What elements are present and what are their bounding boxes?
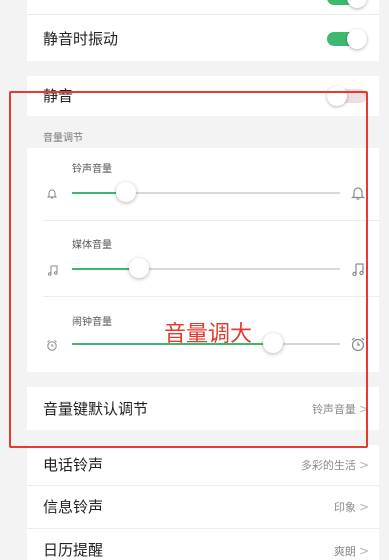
top-partial-toggle[interactable]	[327, 0, 367, 8]
annotation-text: 音量调大	[164, 322, 253, 347]
calendar-reminder-label: 日历提醒	[43, 541, 104, 559]
message-tone-label: 信息铃声	[43, 498, 104, 516]
chevron-right-icon: >	[358, 500, 369, 514]
ringtone-row[interactable]: 电话铃声 多彩的生活 >	[27, 445, 379, 485]
message-tone-row[interactable]: 信息铃声 印象 >	[27, 486, 379, 528]
message-tone-value: 印象	[333, 501, 356, 514]
top-partial-row	[27, 0, 379, 14]
calendar-reminder-value: 爽朗	[333, 545, 356, 558]
chevron-right-icon: >	[358, 544, 369, 558]
vibrate-on-silent-toggle[interactable]	[327, 29, 367, 49]
chevron-right-icon: >	[358, 458, 369, 472]
ringtone-value-wrap: 多彩的生活 >	[301, 458, 369, 473]
ringtone-label: 电话铃声	[43, 456, 104, 474]
section-gap	[27, 61, 379, 76]
vibrate-on-silent-row[interactable]: 静音时振动	[27, 15, 379, 61]
ringtone-value: 多彩的生活	[300, 459, 356, 472]
calendar-reminder-row[interactable]: 日历提醒 爽朗 >	[27, 529, 379, 560]
right-margin	[379, 0, 389, 560]
annotation-highlight-box	[9, 91, 368, 448]
vibrate-on-silent-label: 静音时振动	[43, 30, 119, 48]
message-tone-value-wrap: 印象 >	[334, 500, 369, 515]
toggle-knob	[347, 29, 367, 49]
calendar-reminder-value-wrap: 爽朗 >	[334, 544, 369, 559]
